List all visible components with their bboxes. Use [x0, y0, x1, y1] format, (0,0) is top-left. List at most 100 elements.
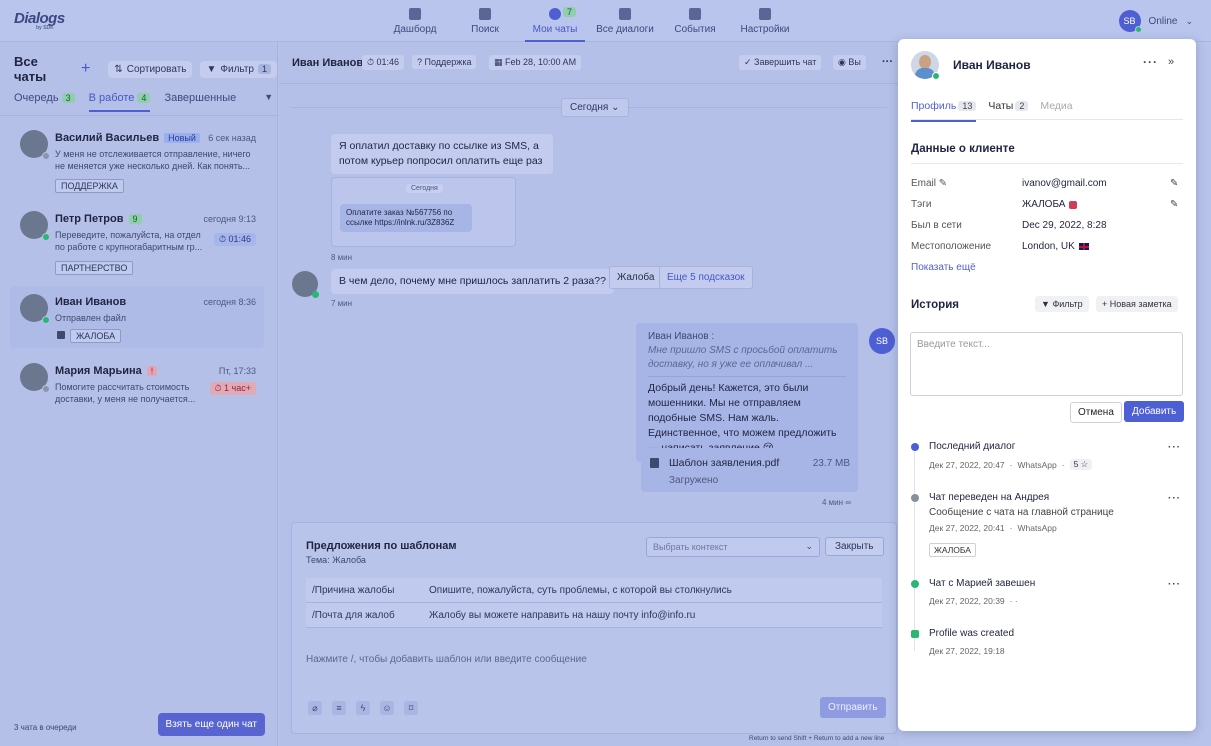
assignee-button[interactable]: ◉ Вы	[833, 55, 866, 70]
edit-tags-icon[interactable]: ✎	[1170, 199, 1178, 210]
divider	[911, 119, 1183, 120]
template-row[interactable]: /Почта для жалоб Жалобу вы можете направи…	[306, 603, 882, 628]
pin-icon: ✎	[938, 178, 948, 189]
check-icon	[911, 580, 919, 588]
chat-timer: ⏱ 1 час+	[209, 382, 256, 395]
nav-settings[interactable]: Настройки	[731, 0, 799, 42]
cancel-note-button[interactable]: Отмена	[1070, 402, 1122, 423]
show-more-link[interactable]: Показать ещё	[911, 262, 976, 273]
history-item-more-icon[interactable]: ···	[1168, 493, 1181, 504]
attach-icon[interactable]: ⌀	[308, 701, 322, 715]
chat-list-pane: Все чаты + ⇅ Сортировать ▼ Фильтр 1 Очередь…	[0, 42, 278, 746]
my-chats-count-badge: 7	[563, 7, 577, 17]
events-icon	[689, 7, 701, 20]
file-size: 23.7 MB	[812, 458, 850, 469]
chat-time: Пт, 17:33	[218, 366, 256, 376]
history-item-meta: Дек 27, 2022, 20:39 · ·	[929, 596, 1018, 606]
chat-item-petr[interactable]: Петр Петров 9 сегодня 9:13 Переведите, по…	[10, 203, 264, 275]
date-separator-button[interactable]: Сегодня ⌄	[561, 98, 629, 117]
plus-icon: +	[1102, 299, 1108, 309]
email-label: Email ✎	[911, 178, 948, 189]
message-input[interactable]: Нажмите /, чтобы добавить шаблон или вве…	[306, 654, 587, 665]
history-item-title: Последний диалог	[929, 441, 1016, 452]
chat-preview: У меня не отслеживается отправление, нич…	[55, 149, 251, 171]
user-icon: ◉	[838, 57, 846, 67]
message-time: 8 мин	[331, 253, 353, 262]
history-filter-button[interactable]: ▼ Фильтр	[1035, 296, 1089, 312]
edit-email-icon[interactable]: ✎	[1170, 178, 1178, 189]
nav-all-dialogs[interactable]: Все диалоги	[591, 0, 659, 42]
avatar	[20, 363, 50, 393]
take-chat-button[interactable]: Взять еще один чат	[157, 713, 265, 736]
context-select[interactable]: Выбрать контекст ⌄	[646, 537, 820, 557]
sort-button[interactable]: ⇅ Сортировать	[108, 60, 193, 78]
search-icon	[479, 7, 491, 20]
divider	[911, 163, 1183, 164]
history-item-more-icon[interactable]: ···	[1168, 579, 1181, 590]
finish-chat-button[interactable]: ✓ Завершить чат	[739, 55, 822, 70]
chat-tag: ЖАЛОБА	[70, 329, 122, 343]
lightning-icon[interactable]: ϟ	[356, 701, 370, 715]
filter-button[interactable]: ▼ Фильтр 1	[200, 60, 277, 78]
template-title: Предложения по шаблонам	[306, 540, 457, 552]
chat-preview: Переведите, пожалуйста, на отдел по рабо…	[55, 230, 203, 252]
bookmark-icon[interactable]: ⌑	[404, 701, 418, 715]
chat-time: 6 сек назад	[208, 133, 256, 143]
nav-events[interactable]: События	[661, 0, 729, 42]
user-avatar: SB	[1118, 10, 1142, 33]
emoji-icon[interactable]: ☺	[380, 701, 394, 715]
more-icon[interactable]: ···	[1143, 55, 1158, 69]
chat-item-ivan[interactable]: Иван Иванов сегодня 8:36 Отправлен файл …	[10, 286, 264, 348]
dashboard-icon	[409, 7, 421, 20]
tab-queue[interactable]: Очередь 3	[14, 92, 75, 112]
history-item-subtitle: Сообщение с чата на главной странице	[929, 507, 1114, 518]
outgoing-message: Иван Иванов : Мне пришло SMS с просьбой …	[636, 323, 858, 462]
tags-value: ЖАЛОБА	[1022, 199, 1078, 210]
chat-contact-name: Иван Иванов	[292, 57, 364, 69]
link-preview[interactable]: Сегодня Оплатите заказ №567756 по ссылке…	[331, 177, 516, 247]
template-row[interactable]: /Причина жалобы Опишите, пожалуйста, суть…	[306, 578, 882, 603]
nav-search[interactable]: Поиск	[451, 0, 519, 42]
add-note-button[interactable]: Добавить	[1124, 401, 1185, 422]
online-dot	[932, 72, 940, 80]
chevron-down-icon: ⌄	[1185, 15, 1193, 26]
close-templates-button[interactable]: Закрыть	[825, 537, 884, 556]
template-icon[interactable]: ≡	[332, 701, 346, 715]
email-value: ivanov@gmail.com	[1022, 178, 1107, 189]
nav-my-chats[interactable]: Мои чаты 7	[521, 0, 589, 42]
keyboard-hint: Return to send Shift + Return to add a n…	[749, 735, 885, 742]
profile-drawer: Иван Иванов ··· » Профиль 13 Чаты 2 Медиа …	[898, 39, 1196, 731]
location-label: Местоположение	[911, 241, 992, 252]
history-item-tag: ЖАЛОБА	[929, 543, 976, 557]
note-input[interactable]: Введите текст...	[910, 332, 1183, 396]
chat-pane: Иван Иванов ⏱ 01:46 ? Поддержка ▦ Feb 28…	[279, 42, 899, 746]
app-logo[interactable]: Dialogs by SDK	[14, 10, 65, 31]
send-button[interactable]: Отправить	[820, 697, 886, 718]
chat-item-vasily[interactable]: Василий Васильев Новый 6 сек назад У меня…	[10, 122, 264, 194]
chat-item-maria[interactable]: Мария Марьина! Пт, 17:33 Помогите рассчи…	[10, 355, 264, 411]
file-attachment[interactable]: Шаблон заявления.pdf 23.7 MB Загружено	[641, 448, 858, 492]
add-chat-icon[interactable]: +	[81, 60, 90, 78]
chats-icon	[549, 7, 561, 20]
tab-in-progress[interactable]: В работе 4	[88, 92, 151, 112]
suggestion-chip[interactable]: Жалоба	[609, 266, 663, 289]
uk-flag-icon	[1078, 243, 1089, 250]
more-icon[interactable]: ···	[882, 56, 893, 68]
tabs-dropdown-icon[interactable]: ▼	[264, 92, 273, 112]
more-suggestions-button[interactable]: Еще 5 подсказок	[659, 266, 753, 289]
new-note-button[interactable]: + Новая заметка	[1096, 296, 1178, 312]
preview-text: Оплатите заказ №567756 по ссылке https:/…	[340, 204, 472, 232]
chat-preview: Помогите рассчитать стоимость доставки, …	[55, 382, 196, 404]
user-menu[interactable]: SB Online ⌄	[1118, 10, 1193, 33]
chat-preview: Отправлен файл	[55, 313, 126, 323]
history-item-more-icon[interactable]: ···	[1168, 442, 1181, 453]
collapse-icon[interactable]: »	[1168, 56, 1174, 68]
history-item-title: Чат с Марией завешен	[929, 578, 1036, 589]
reply-text: Добрый день! Кажется, это были мошенники…	[648, 382, 837, 454]
user-status: Online	[1148, 15, 1178, 27]
template-subtitle: Тема: Жалоба	[306, 555, 366, 565]
nav-dashboard[interactable]: Дашборд	[381, 0, 449, 42]
chat-tabs: Очередь 3 В работе 4 Завершенные ▼	[14, 92, 273, 112]
chat-topic-chip[interactable]: ? Поддержка	[412, 55, 477, 69]
tab-finished[interactable]: Завершенные	[164, 92, 236, 112]
